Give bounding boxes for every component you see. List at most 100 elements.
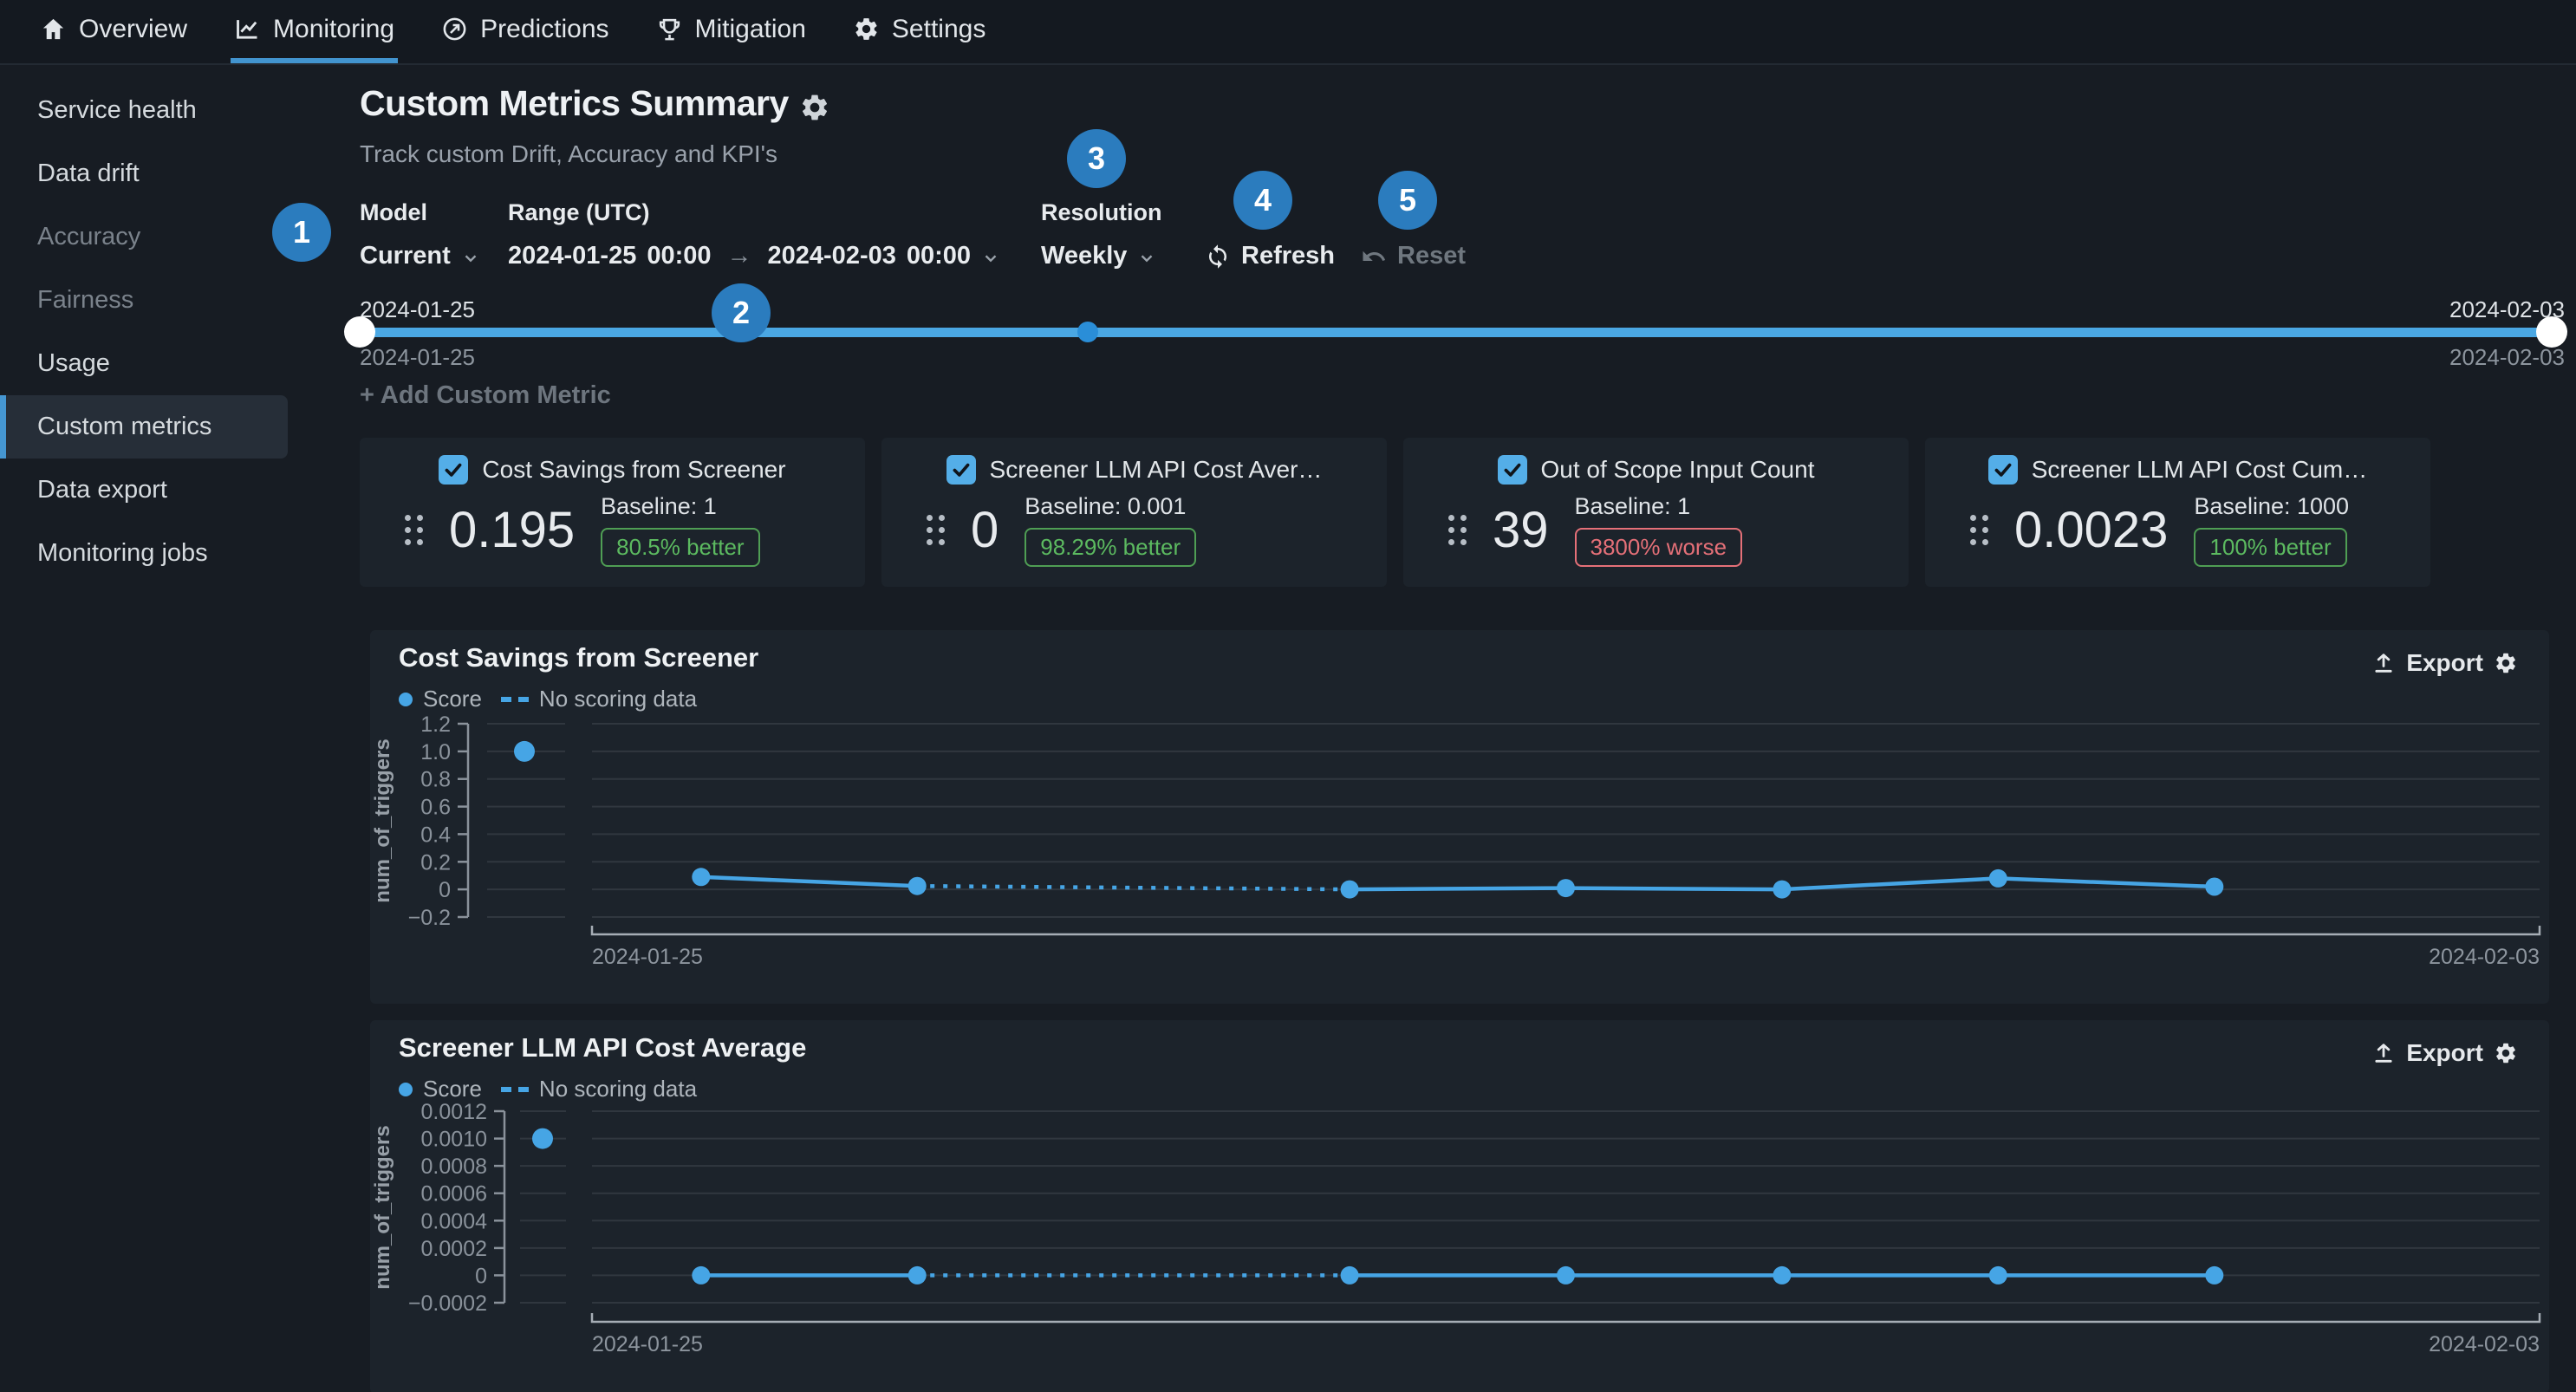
metric-card: Screener LLM API Cost Cum… 0.0023 Baseli… xyxy=(1925,438,2430,587)
score-point[interactable] xyxy=(1989,869,2007,888)
nav-item-overview[interactable]: Overview xyxy=(36,0,191,63)
slider-handle-start[interactable] xyxy=(344,316,375,348)
export-icon xyxy=(2371,1041,2396,1065)
nav-item-settings[interactable]: Settings xyxy=(849,0,989,63)
score-dot-icon xyxy=(399,1083,413,1096)
sidebar-item-data-export[interactable]: Data export xyxy=(0,459,288,522)
x-axis xyxy=(592,1313,2540,1322)
metric-baseline: Baseline: 1 xyxy=(601,493,717,520)
metric-baseline: Baseline: 1000 xyxy=(2194,493,2349,520)
score-point[interactable] xyxy=(908,1266,927,1285)
annotation-badge-2: 2 xyxy=(712,283,771,342)
line-chart: 1.21.00.80.60.40.20−0.2num_of_triggers20… xyxy=(370,630,2549,1004)
sidebar-item-service-health[interactable]: Service health xyxy=(0,79,288,142)
score-point[interactable] xyxy=(1341,881,1359,899)
metric-delta-badge: 80.5% better xyxy=(601,528,759,567)
score-dot-icon xyxy=(399,693,413,706)
sidebar-item-data-drift[interactable]: Data drift xyxy=(0,142,288,205)
x-axis-label-end: 2024-02-03 xyxy=(2429,945,2540,969)
x-axis xyxy=(592,926,2540,934)
nav-item-monitoring[interactable]: Monitoring xyxy=(231,0,398,63)
score-point[interactable] xyxy=(2205,878,2223,896)
export-button[interactable]: Export xyxy=(2371,649,2518,677)
y-tick-label: 0.0006 xyxy=(421,1182,487,1207)
metric-delta-badge: 100% better xyxy=(2194,528,2346,567)
score-point[interactable] xyxy=(2205,1266,2223,1285)
drag-handle-icon[interactable] xyxy=(1448,515,1467,545)
y-tick-label: 0.6 xyxy=(420,796,451,820)
sidebar-item-monitoring-jobs[interactable]: Monitoring jobs xyxy=(0,522,288,585)
drag-handle-icon[interactable] xyxy=(1970,515,1988,545)
chart-panel-cost-savings: 1.21.00.80.60.40.20−0.2num_of_triggers20… xyxy=(370,630,2549,1004)
chart-title: Screener LLM API Cost Average xyxy=(399,1032,806,1064)
range-label: Range (UTC) xyxy=(508,199,650,226)
score-point[interactable] xyxy=(1989,1266,2007,1285)
nav-label: Predictions xyxy=(480,15,608,44)
range-select[interactable]: 2024-01-25 00:00 → 2024-02-03 00:00 xyxy=(508,242,1000,270)
resolution-select[interactable]: Weekly xyxy=(1041,242,1156,270)
gear-icon[interactable] xyxy=(2494,651,2518,675)
reset-label: Reset xyxy=(1397,242,1466,270)
slider-handle-end[interactable] xyxy=(2536,316,2567,348)
score-point[interactable] xyxy=(908,877,927,895)
drag-handle-icon[interactable] xyxy=(927,515,945,545)
metric-checkbox[interactable] xyxy=(1498,455,1527,485)
drag-handle-icon[interactable] xyxy=(405,515,423,545)
trophy-icon xyxy=(656,16,683,42)
score-point[interactable] xyxy=(692,1266,710,1285)
metric-value: 0.195 xyxy=(449,505,575,556)
metric-value: 0 xyxy=(971,505,999,556)
reset-button[interactable]: Reset xyxy=(1361,242,1466,270)
no-scoring-dash-icon xyxy=(501,697,529,702)
y-tick-label: 0.2 xyxy=(420,850,451,875)
gear-icon[interactable] xyxy=(2494,1041,2518,1065)
slider-start-label: 2024-01-25 xyxy=(360,296,475,323)
baseline-point[interactable] xyxy=(514,741,535,762)
range-end-date: 2024-02-03 xyxy=(768,242,896,270)
monitoring-icon xyxy=(234,16,261,42)
nav-label: Monitoring xyxy=(273,15,394,44)
baseline-point[interactable] xyxy=(532,1129,553,1149)
score-point[interactable] xyxy=(1557,1266,1575,1285)
home-icon xyxy=(40,16,67,42)
sidebar-item-accuracy[interactable]: Accuracy xyxy=(0,205,288,269)
nav-label: Settings xyxy=(892,15,986,44)
metric-checkbox[interactable] xyxy=(946,455,976,485)
metric-value: 0.0023 xyxy=(2014,505,2168,556)
score-point[interactable] xyxy=(1773,881,1791,899)
score-point[interactable] xyxy=(1557,879,1575,897)
sidebar: Service health Data drift Accuracy Fairn… xyxy=(0,67,360,1392)
nav-item-mitigation[interactable]: Mitigation xyxy=(653,0,810,63)
slider-marker-dot[interactable] xyxy=(1077,322,1098,342)
score-point[interactable] xyxy=(1773,1266,1791,1285)
no-scoring-dash-icon xyxy=(501,1087,529,1092)
slider-start-sublabel: 2024-01-25 xyxy=(360,344,475,371)
model-select[interactable]: Current xyxy=(360,242,480,270)
sidebar-item-usage[interactable]: Usage xyxy=(0,332,288,395)
nav-item-predictions[interactable]: Predictions xyxy=(438,0,612,63)
chart-panel-llm-cost-average: 0.00120.00100.00080.00060.00040.00020−0.… xyxy=(370,1020,2549,1392)
metric-baseline: Baseline: 0.001 xyxy=(1025,493,1186,520)
gear-icon xyxy=(853,16,880,42)
title-gear-icon[interactable] xyxy=(799,92,830,123)
annotation-badge-5: 5 xyxy=(1378,171,1437,230)
metric-checkbox[interactable] xyxy=(439,455,468,485)
y-axis-label: num_of_triggers xyxy=(371,738,394,902)
score-point[interactable] xyxy=(1341,1266,1359,1285)
sidebar-item-custom-metrics[interactable]: Custom metrics xyxy=(0,395,288,459)
metric-card-title: Screener LLM API Cost Aver… xyxy=(990,456,1323,484)
legend-no-scoring-label: No scoring data xyxy=(539,1076,697,1103)
export-button[interactable]: Export xyxy=(2371,1039,2518,1067)
metric-checkbox[interactable] xyxy=(1988,455,2018,485)
refresh-icon xyxy=(1205,244,1231,270)
y-tick-label: 0 xyxy=(475,1264,487,1288)
refresh-button[interactable]: Refresh xyxy=(1205,242,1335,270)
range-slider-track[interactable] xyxy=(360,328,2565,337)
sidebar-item-fairness[interactable]: Fairness xyxy=(0,269,288,332)
score-point[interactable] xyxy=(692,868,710,886)
add-custom-metric-button[interactable]: + Add Custom Metric xyxy=(360,381,611,410)
x-axis-label-start: 2024-01-25 xyxy=(592,945,703,969)
metric-delta-badge: 98.29% better xyxy=(1025,528,1196,567)
model-value: Current xyxy=(360,242,451,270)
score-segment xyxy=(1350,888,1565,890)
